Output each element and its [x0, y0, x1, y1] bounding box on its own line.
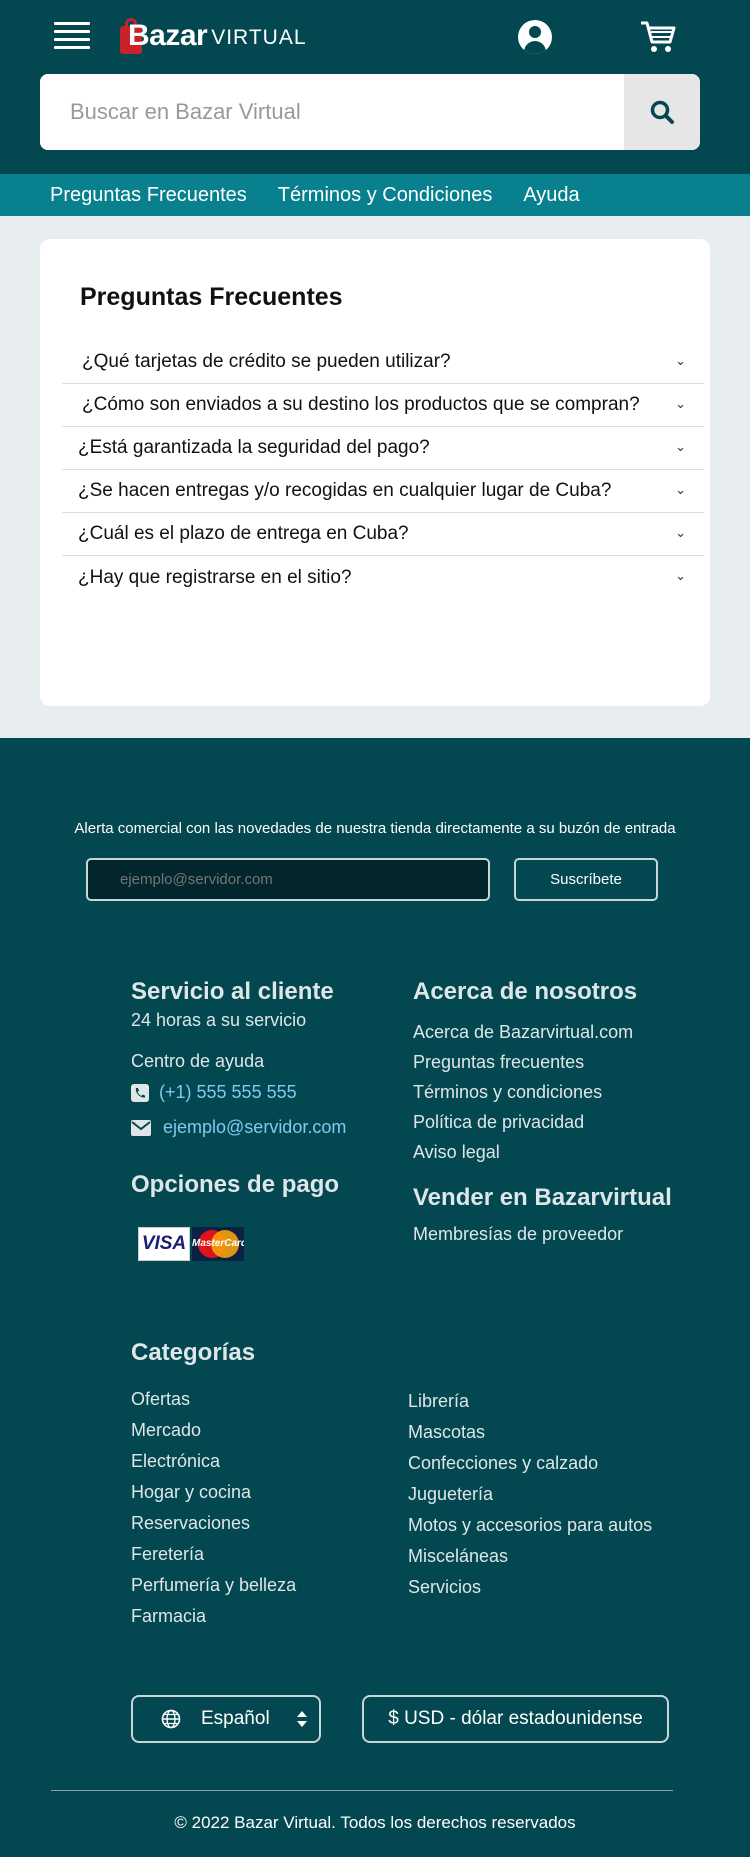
about-title: Acerca de nosotros: [413, 978, 638, 1005]
sort-arrows-icon: [296, 1711, 307, 1727]
category-link[interactable]: Confecciones y calzado: [408, 1452, 652, 1483]
about-links: Acerca de Bazarvirtual.com Preguntas fre…: [413, 1022, 713, 1172]
privacy-link[interactable]: Política de privacidad: [413, 1112, 713, 1142]
footer-divider: [51, 1790, 673, 1791]
newsletter-text: Alerta comercial con las novedades de nu…: [74, 820, 676, 837]
phone-link[interactable]: (+1) 555 555 555: [131, 1082, 411, 1103]
nav-link-terms[interactable]: Términos y Condiciones: [278, 184, 493, 207]
categories-title: Categorías: [131, 1339, 256, 1366]
nav-link-help[interactable]: Ayuda: [523, 184, 579, 207]
site-logo[interactable]: Bazar VIRTUAL: [118, 14, 307, 58]
category-link[interactable]: Misceláneas: [408, 1545, 652, 1576]
legal-notice-link[interactable]: Aviso legal: [413, 1142, 713, 1172]
categories-right-list: Librería Mascotas Confecciones y calzado…: [408, 1390, 652, 1607]
currency-selector[interactable]: $ USD - dólar estadounidense: [362, 1695, 669, 1743]
faq-item[interactable]: ¿Cuál es el plazo de entrega en Cuba? ⌄: [62, 513, 704, 556]
faq-question: ¿Cuál es el plazo de entrega en Cuba?: [78, 523, 409, 544]
faq-item[interactable]: ¿Cómo son enviados a su destino los prod…: [62, 384, 704, 427]
category-link[interactable]: Librería: [408, 1390, 652, 1421]
chevron-down-icon: ⌄: [675, 439, 686, 454]
logo-main-text: Bazar: [128, 19, 208, 52]
search-button[interactable]: [624, 74, 700, 150]
help-center-link[interactable]: Centro de ayuda: [131, 1051, 411, 1072]
contact-email: ejemplo@servidor.com: [163, 1117, 347, 1137]
customer-service-subtitle: 24 horas a su servicio: [131, 1010, 307, 1030]
language-value: Español: [201, 1708, 270, 1729]
sell-title: Vender en Bazarvirtual: [413, 1184, 672, 1211]
visa-logo: VISA: [138, 1227, 190, 1261]
categories-left-list: Ofertas Mercado Electrónica Hogar y coci…: [131, 1388, 296, 1636]
faq-item[interactable]: ¿Se hacen entregas y/o recogidas en cual…: [62, 470, 704, 513]
customer-service-title: Servicio al cliente: [131, 978, 334, 1005]
category-link[interactable]: Ofertas: [131, 1388, 296, 1419]
faq-question: ¿Qué tarjetas de crédito se pueden utili…: [82, 351, 451, 372]
secondary-nav: Preguntas Frecuentes Términos y Condicio…: [0, 174, 750, 216]
faq-question: ¿Hay que registrarse en el sitio?: [78, 566, 352, 588]
faq-question: ¿Se hacen entregas y/o recogidas en cual…: [78, 480, 612, 501]
language-selector[interactable]: Español: [131, 1695, 321, 1743]
category-link[interactable]: Feretería: [131, 1543, 296, 1574]
category-link[interactable]: Electrónica: [131, 1450, 296, 1481]
category-link[interactable]: Servicios: [408, 1576, 652, 1607]
newsletter-email-input[interactable]: [86, 858, 490, 901]
nav-link-faq[interactable]: Preguntas Frecuentes: [50, 184, 247, 207]
chevron-down-icon: ⌄: [675, 525, 686, 540]
logo-sub-text: VIRTUAL: [211, 26, 307, 49]
chevron-down-icon: ⌄: [675, 568, 686, 583]
chevron-down-icon: ⌄: [675, 353, 686, 368]
subscribe-button[interactable]: Suscríbete: [514, 858, 658, 901]
category-link[interactable]: Farmacia: [131, 1605, 296, 1636]
phone-number: (+1) 555 555 555: [159, 1082, 297, 1102]
category-link[interactable]: Motos y accesorios para autos: [408, 1514, 652, 1545]
globe-icon: [161, 1709, 181, 1729]
faq-item[interactable]: ¿Está garantizada la seguridad del pago?…: [62, 427, 704, 470]
mastercard-logo: MasterCard: [192, 1227, 244, 1261]
site-footer: Alerta comercial con las novedades de nu…: [0, 738, 750, 1857]
search-input[interactable]: [40, 74, 624, 150]
faq-item[interactable]: ¿Qué tarjetas de crédito se pueden utili…: [62, 341, 704, 384]
shopping-cart-icon[interactable]: [640, 20, 676, 59]
terms-link[interactable]: Términos y condiciones: [413, 1082, 713, 1112]
category-link[interactable]: Reservaciones: [131, 1512, 296, 1543]
site-header: Bazar VIRTUAL: [0, 0, 750, 174]
phone-icon: [131, 1083, 149, 1102]
faq-question: ¿Está garantizada la seguridad del pago?: [78, 437, 430, 458]
category-link[interactable]: Juguetería: [408, 1483, 652, 1514]
about-column: Acerca de nosotros Acerca de Bazarvirtua…: [413, 978, 713, 1245]
chevron-down-icon: ⌄: [675, 482, 686, 497]
about-link[interactable]: Acerca de Bazarvirtual.com: [413, 1022, 713, 1052]
page-title: Preguntas Frecuentes: [80, 283, 343, 311]
user-account-icon[interactable]: [518, 20, 552, 54]
faq-link[interactable]: Preguntas frecuentes: [413, 1052, 713, 1082]
email-link[interactable]: ejemplo@servidor.com: [131, 1117, 411, 1138]
chevron-down-icon: ⌄: [675, 396, 686, 411]
vendor-membership-link[interactable]: Membresías de proveedor: [413, 1224, 713, 1245]
customer-service-column: Servicio al cliente 24 horas a su servic…: [131, 978, 411, 1261]
envelope-icon: [131, 1119, 151, 1136]
faq-question: ¿Cómo son enviados a su destino los prod…: [82, 394, 640, 415]
faq-item[interactable]: ¿Hay que registrarse en el sitio? ⌄: [62, 556, 704, 599]
search-bar: [40, 74, 700, 150]
payment-cards: VISA MasterCard: [138, 1227, 411, 1261]
payment-options-title: Opciones de pago: [131, 1171, 340, 1198]
category-link[interactable]: Perfumería y belleza: [131, 1574, 296, 1605]
category-link[interactable]: Mascotas: [408, 1421, 652, 1452]
faq-accordion: ¿Qué tarjetas de crédito se pueden utili…: [62, 341, 704, 599]
copyright-text: © 2022 Bazar Virtual. Todos los derechos…: [174, 1813, 576, 1832]
mastercard-logo-text: MasterCard: [192, 1238, 244, 1249]
faq-card: Preguntas Frecuentes ¿Qué tarjetas de cr…: [40, 239, 710, 706]
category-link[interactable]: Hogar y cocina: [131, 1481, 296, 1512]
hamburger-menu-icon[interactable]: [54, 22, 90, 52]
search-icon: [650, 100, 674, 124]
category-link[interactable]: Mercado: [131, 1419, 296, 1450]
